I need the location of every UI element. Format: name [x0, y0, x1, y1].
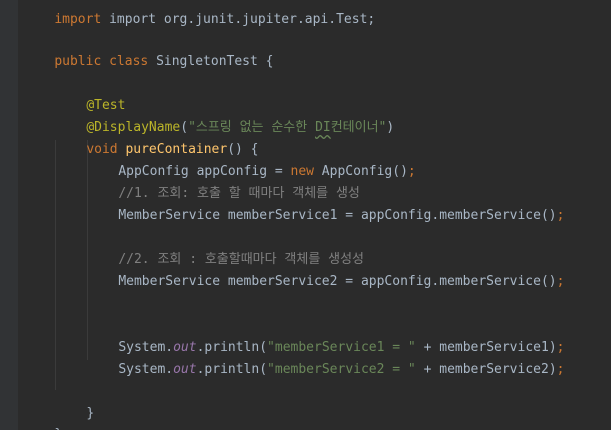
semicolon: ; — [556, 274, 565, 289]
code-line-method-close[interactable]: } — [55, 381, 94, 421]
keyword: import — [54, 12, 110, 27]
string-literal: "memberService2 = " — [267, 362, 416, 377]
code-line-class-close[interactable]: } — [23, 402, 62, 430]
code-text: MemberService memberService2 = appConfig… — [118, 274, 557, 289]
display-string-typo: DI — [315, 120, 331, 135]
keyword-public: public — [54, 54, 102, 69]
code-line-memberservice1[interactable]: MemberService memberService1 = appConfig… — [87, 183, 564, 223]
code-line-println2[interactable]: System.out.println("memberService2 = " +… — [87, 337, 564, 377]
class-name: SingletonTest — [156, 54, 258, 69]
code-line-comment2[interactable]: //2. 조회 : 호출할때마다 객체를 생성성 — [87, 227, 364, 267]
code-line-comment1[interactable]: //1. 조회: 호출 할 때마다 객체를 생성 — [87, 161, 360, 201]
semicolon: ; — [556, 208, 565, 223]
code-text: import org.junit.jupiter.api.Test; — [109, 12, 376, 27]
code-text: .println( — [196, 362, 268, 377]
code-text: System. — [118, 362, 174, 377]
close-brace: } — [86, 406, 95, 421]
semicolon: ; — [556, 362, 565, 377]
keyword-class: class — [109, 54, 149, 69]
semicolon: ; — [407, 164, 416, 179]
code-text: + memberService2) — [415, 362, 557, 377]
code-editor[interactable]: import import org.junit.jupiter.api.Test… — [0, 0, 611, 430]
code-line-class-declaration[interactable]: public class SingletonTest { — [23, 29, 273, 69]
editor-gutter[interactable] — [0, 0, 18, 430]
display-string: 컨테이너" — [330, 120, 387, 135]
code-text: MemberService memberService1 = appConfig… — [118, 208, 557, 223]
code-line-println1[interactable]: System.out.println("memberService1 = " +… — [87, 315, 564, 355]
paren-close: ) — [386, 120, 395, 135]
code-line-memberservice2[interactable]: MemberService memberService2 = appConfig… — [87, 249, 564, 289]
code-line-import[interactable]: import import org.junit.jupiter.api.Test… — [23, 0, 375, 27]
code-line-displayname-annotation[interactable]: @DisplayName("스프링 없는 순수한 DI컨테이너") — [55, 95, 394, 135]
code-line-test-annotation[interactable]: @Test — [55, 73, 125, 113]
code-line-method-declaration[interactable]: void pureContainer() { — [55, 117, 258, 157]
code-line-appconfig[interactable]: AppConfig appConfig = new AppConfig(); — [87, 139, 415, 179]
static-field-out: out — [173, 362, 197, 377]
open-brace: { — [257, 54, 274, 69]
